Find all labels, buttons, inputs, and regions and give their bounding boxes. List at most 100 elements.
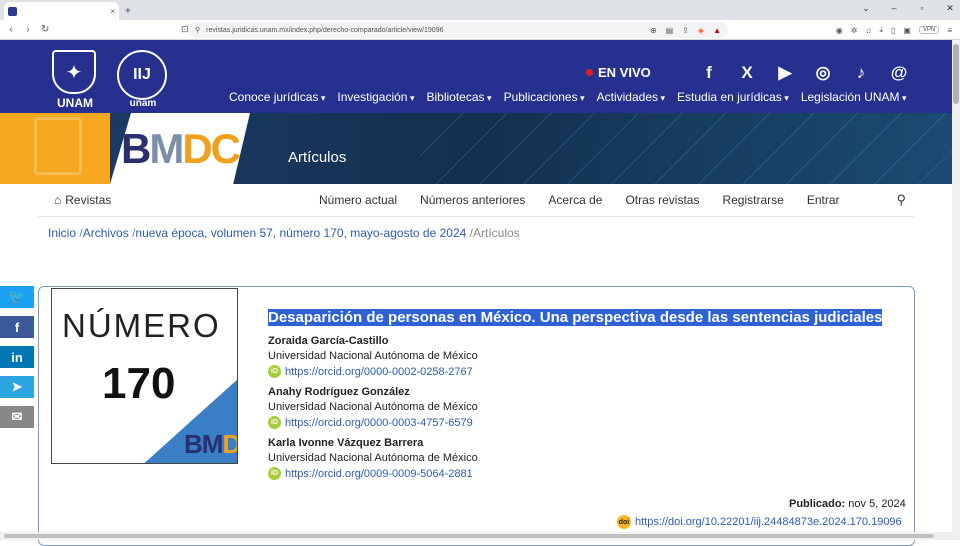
share-sidebar: 🐦 f in ➤ ✉ — [0, 286, 34, 436]
tiktok-icon[interactable]: ♪ — [850, 63, 872, 83]
nav-acerca-de[interactable]: Acerca de — [548, 193, 602, 207]
tab-title: Desaparición de personas en M — [21, 2, 107, 20]
facebook-icon[interactable]: f — [698, 63, 720, 83]
threads-icon[interactable]: @ — [888, 63, 910, 83]
cover-issue-number: 170 — [102, 359, 175, 409]
forward-icon[interactable]: › — [24, 24, 32, 35]
reload-icon[interactable]: ↻ — [41, 24, 49, 35]
new-tab-button[interactable]: + — [125, 6, 131, 17]
tab-search-icon[interactable]: ⌄ — [860, 3, 872, 14]
vertical-scrollbar[interactable] — [952, 40, 960, 540]
cover-bmdc-logo: BMDC — [184, 429, 238, 460]
published-date: Publicado: nov 5, 2024 — [789, 498, 906, 510]
url-text[interactable]: revistas.juridicas.unam.mx/index.php/der… — [206, 27, 650, 34]
wallet-icon[interactable]: ▣ — [903, 26, 911, 35]
nav-otras-revistas[interactable]: Otras revistas — [625, 193, 699, 207]
author-affiliation: Universidad Nacional Autónoma de México — [268, 452, 908, 464]
close-window-icon[interactable]: ✕ — [944, 3, 956, 14]
reader-icon[interactable]: ▤ — [666, 26, 674, 35]
author-block: Zoraida García-Castillo Universidad Naci… — [268, 335, 908, 378]
unam-logo[interactable]: ✦ UNAM — [52, 50, 98, 110]
music-icon[interactable]: ♫ — [865, 26, 871, 35]
nav-entrar[interactable]: Entrar — [807, 193, 840, 207]
facebook-share-icon[interactable]: f — [0, 316, 34, 338]
nav-conoce[interactable]: Conoce jurídicas — [229, 90, 325, 104]
download-icon[interactable]: ⤓ — [879, 25, 883, 35]
url-field[interactable]: ⚲ revistas.juridicas.unam.mx/index.php/d… — [188, 22, 728, 38]
nav-numeros-anteriores[interactable]: Números anteriores — [420, 193, 525, 207]
search-icon[interactable]: ⚲ — [896, 192, 906, 208]
issue-cover[interactable]: NÚMERO 170 BMDC — [51, 288, 238, 464]
live-dot-icon — [586, 69, 593, 76]
extension-icon[interactable]: ✲ — [851, 26, 858, 35]
breadcrumb-issue[interactable]: nueva época, volumen 57, número 170, may… — [135, 226, 466, 240]
author-name: Anahy Rodríguez González — [268, 386, 908, 398]
nav-numero-actual[interactable]: Número actual — [319, 193, 397, 207]
journal-banner: BMDC Artículos — [0, 113, 952, 184]
instagram-icon[interactable]: ◎ — [812, 63, 834, 83]
breadcrumb-current: Artículos — [473, 226, 520, 240]
bmdc-logo[interactable]: BMDC — [110, 113, 250, 184]
site-info-icon[interactable]: ⚲ — [195, 26, 200, 34]
home-icon: ⌂ — [54, 193, 61, 207]
unam-shield-icon: ✦ — [52, 50, 96, 94]
orcid-icon: iD — [268, 365, 281, 378]
doi-icon: doi — [617, 515, 631, 529]
author-orcid-link[interactable]: iDhttps://orcid.org/0000-0003-4757-6579 — [268, 416, 908, 429]
article-meta: Desaparición de personas en México. Una … — [268, 309, 908, 480]
brave-rewards-icon[interactable]: ▲ — [713, 26, 721, 35]
linkedin-share-icon[interactable]: in — [0, 346, 34, 368]
brave-shield-icon[interactable]: ◈ — [698, 26, 704, 35]
horizontal-scrollbar[interactable] — [0, 532, 952, 540]
section-heading: Artículos — [288, 149, 346, 166]
orcid-icon: iD — [268, 416, 281, 429]
orcid-icon: iD — [268, 467, 281, 480]
email-share-icon[interactable]: ✉ — [0, 406, 34, 428]
author-affiliation: Universidad Nacional Autónoma de México — [268, 350, 908, 362]
menu-icon[interactable]: ≡ — [947, 26, 952, 35]
article-title: Desaparición de personas en México. Una … — [268, 309, 908, 327]
nav-publicaciones[interactable]: Publicaciones — [504, 90, 585, 104]
breadcrumb-archivos[interactable]: Archivos — [83, 226, 129, 240]
author-block: Karla Ivonne Vázquez Barrera Universidad… — [268, 437, 908, 480]
nav-estudia[interactable]: Estudia en jurídicas — [677, 90, 789, 104]
doi-link[interactable]: doi https://doi.org/10.22201/iij.2448487… — [617, 515, 902, 529]
document-icon — [34, 117, 82, 175]
cover-numero-label: NÚMERO — [62, 307, 221, 345]
back-icon[interactable]: ‹ — [7, 24, 15, 35]
share-icon[interactable]: ⇪ — [682, 26, 689, 35]
address-bar-row: ‹ › ↻ ⊡ ⚲ revistas.juridicas.unam.mx/ind… — [0, 20, 960, 40]
author-name: Zoraida García-Castillo — [268, 335, 908, 347]
author-orcid-link[interactable]: iDhttps://orcid.org/0000-0002-0258-2767 — [268, 365, 908, 378]
author-orcid-link[interactable]: iDhttps://orcid.org/0009-0009-5064-2881 — [268, 467, 908, 480]
camera-icon[interactable]: ◉ — [836, 26, 843, 35]
minimize-icon[interactable]: – — [888, 3, 900, 14]
breadcrumb-inicio[interactable]: Inicio — [48, 226, 76, 240]
breadcrumb: Inicio /Archivos /nueva época, volumen 5… — [48, 226, 520, 240]
telegram-share-icon[interactable]: ➤ — [0, 376, 34, 398]
nav-investigacion[interactable]: Investigación — [337, 90, 414, 104]
author-affiliation: Universidad Nacional Autónoma de México — [268, 401, 908, 413]
nav-registrarse[interactable]: Registrarse — [722, 193, 783, 207]
zoom-icon[interactable]: ⊕ — [650, 26, 657, 35]
site-header: ✦ UNAM IIJ unam EN VIVO f X ▶ ◎ ♪ @ Cono… — [0, 40, 952, 113]
revistas-home-link[interactable]: ⌂ Revistas — [54, 193, 111, 207]
iij-logo[interactable]: IIJ unam — [117, 50, 169, 110]
browser-tab[interactable]: Desaparición de personas en M × — [4, 2, 119, 20]
window-controls: ⌄ – ▫ ✕ — [860, 3, 956, 14]
author-name: Karla Ivonne Vázquez Barrera — [268, 437, 908, 449]
close-tab-icon[interactable]: × — [110, 7, 115, 16]
sidebar-icon[interactable]: ▯ — [891, 26, 895, 35]
en-vivo-link[interactable]: EN VIVO — [586, 65, 651, 80]
nav-legislacion[interactable]: Legislación UNAM — [801, 90, 907, 104]
site-favicon-icon — [8, 7, 17, 16]
youtube-icon[interactable]: ▶ — [774, 63, 796, 83]
twitter-share-icon[interactable]: 🐦 — [0, 286, 34, 308]
journal-nav: ⌂ Revistas Número actual Números anterio… — [38, 184, 914, 217]
browser-tab-bar: Desaparición de personas en M × + ⌄ – ▫ … — [0, 0, 960, 20]
nav-bibliotecas[interactable]: Bibliotecas — [427, 90, 492, 104]
nav-actividades[interactable]: Actividades — [597, 90, 665, 104]
vpn-button[interactable]: VPN — [919, 26, 939, 34]
maximize-icon[interactable]: ▫ — [916, 3, 928, 14]
x-twitter-icon[interactable]: X — [736, 63, 758, 83]
